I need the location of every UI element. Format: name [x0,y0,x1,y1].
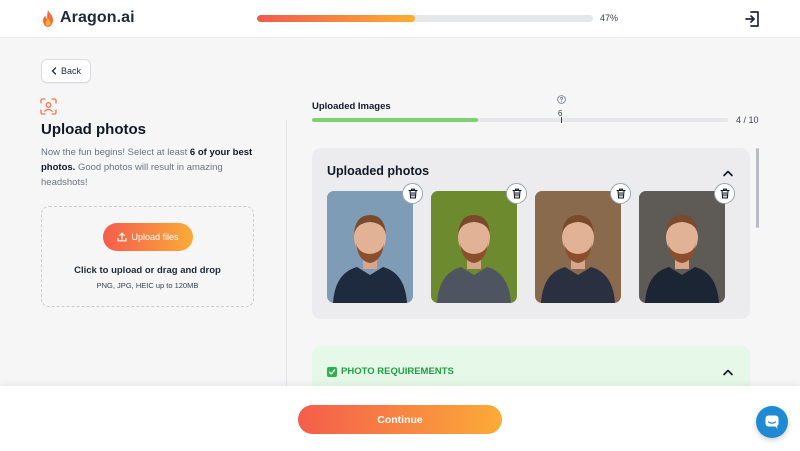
dropzone-instruction: Click to upload or drag and drop [74,265,221,276]
uploaded-photo-thumbnail[interactable] [639,191,725,303]
help-icon[interactable] [557,95,566,104]
column-divider [286,120,287,390]
uploaded-photos-title: Uploaded photos [327,164,430,178]
app-name: Aragon.ai [60,9,135,26]
person-photo [639,191,725,303]
upload-files-button[interactable]: Upload files [103,223,193,251]
page-title: Upload photos [41,121,146,138]
trash-icon [407,188,418,199]
upload-instructions: Now the fun begins! Select at least 6 of… [41,147,253,188]
person-photo [535,191,621,303]
uploaded-photo-thumbnail[interactable] [327,191,413,303]
chat-icon [765,415,779,429]
flame-icon [43,9,53,27]
delete-photo-button[interactable] [402,183,423,204]
logout-icon [745,11,759,27]
chevron-up-icon[interactable] [722,169,734,177]
photo-requirements-title[interactable]: PHOTO REQUIREMENTS [327,366,454,377]
uploaded-images-progress [312,118,728,122]
face-scan-icon [40,98,57,115]
upload-dropzone[interactable]: Upload files Click to upload or drag and… [41,206,254,307]
bottom-action-bar: Continue [0,386,800,451]
back-label: Back [60,66,81,76]
upload-icon [117,232,128,242]
app-logo[interactable]: Aragon.ai [41,9,135,27]
continue-button[interactable]: Continue [298,405,502,434]
person-photo [327,191,413,303]
top-header: Aragon.ai 47% [0,0,800,38]
uploaded-images-label: Uploaded Images [312,101,391,112]
check-icon [327,366,337,377]
trash-icon [511,188,522,199]
uploaded-images-count: 4 / 10 [736,115,759,125]
delete-photo-button[interactable] [714,183,735,204]
person-photo [431,191,517,303]
dropzone-formats: PNG, JPG, HEIC up to 120MB [96,281,199,290]
uploaded-photo-thumbnail[interactable] [431,191,517,303]
delete-photo-button[interactable] [610,183,631,204]
overall-progress-fill [257,15,415,22]
minimum-marker-tick [561,117,562,123]
uploaded-photos-panel: Uploaded photos [312,148,750,319]
uploaded-images-progress-fill [312,118,479,122]
logout-button[interactable] [744,10,762,28]
chevron-up-icon[interactable] [722,368,734,376]
upload-files-label: Upload files [131,232,179,242]
chevron-left-icon [51,67,57,75]
back-button[interactable]: Back [41,59,91,83]
scrollbar-thumb[interactable] [756,148,759,228]
delete-photo-button[interactable] [506,183,527,204]
trash-icon [719,188,730,199]
trash-icon [615,188,626,199]
overall-progress-label: 47% [600,13,619,23]
chat-support-button[interactable] [756,406,788,438]
uploaded-photo-thumbnail[interactable] [535,191,621,303]
overall-progress-bar [257,15,593,22]
